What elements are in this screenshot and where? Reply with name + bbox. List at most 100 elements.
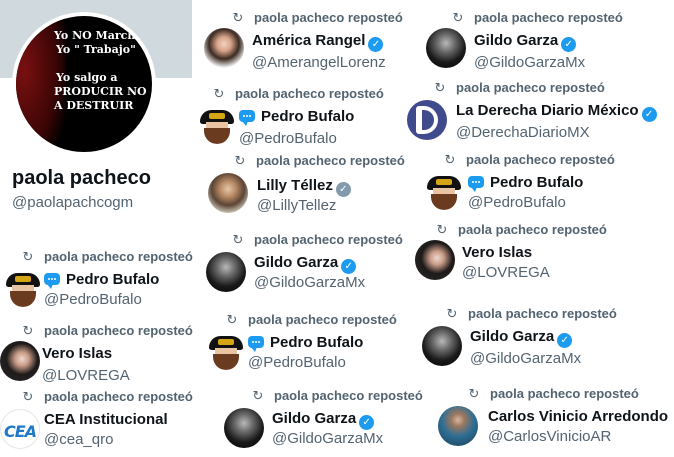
user-name-row[interactable]: Carlos Vinicio Arredondo	[488, 408, 668, 425]
repost-header: ↻ paola pacheco reposteó	[20, 389, 193, 405]
user-handle[interactable]: @LOVREGA	[462, 264, 550, 281]
repost-label: paola pacheco reposteó	[490, 386, 639, 401]
user-name-row[interactable]: Pedro Bufalo	[239, 108, 354, 126]
user-name-row[interactable]: Vero Islas	[42, 345, 112, 362]
repost-header: ↻ paola pacheco reposteó	[232, 153, 405, 169]
user-avatar[interactable]	[438, 406, 478, 446]
user-name-row[interactable]: Gildo Garza ✓	[470, 328, 573, 348]
user-name[interactable]: Pedro Bufalo	[261, 108, 354, 125]
speech-bubble-icon	[248, 336, 264, 352]
user-handle[interactable]: @PedroBufalo	[248, 354, 346, 371]
user-avatar[interactable]	[206, 252, 246, 292]
avatar-text-line: Yo " Trabajo"	[56, 43, 136, 56]
repost-header: ↻ paola pacheco reposteó	[466, 386, 639, 402]
repost-icon: ↻	[213, 86, 225, 101]
avatar-text-line: Yo salgo a	[56, 71, 118, 84]
user-avatar[interactable]	[407, 100, 447, 140]
user-name[interactable]: Pedro Bufalo	[66, 271, 159, 288]
user-name[interactable]: Pedro Bufalo	[270, 334, 363, 351]
user-handle[interactable]: @cea_qro	[44, 431, 113, 448]
repost-icon: ↻	[436, 222, 448, 237]
user-name-row[interactable]: América Rangel ✓	[252, 32, 384, 52]
repost-label: paola pacheco reposteó	[248, 312, 397, 327]
user-handle[interactable]: @LillyTellez	[257, 197, 336, 214]
profile-handle[interactable]: @paolapachcogm	[12, 194, 133, 211]
user-name[interactable]: Gildo Garza	[470, 328, 554, 345]
user-name[interactable]: América Rangel	[252, 32, 365, 49]
repost-icon: ↻	[232, 10, 244, 25]
user-avatar[interactable]	[197, 104, 237, 144]
user-name-row[interactable]: Lilly Téllez ✓	[257, 177, 351, 197]
repost-label: paola pacheco reposteó	[466, 152, 615, 167]
repost-icon: ↻	[232, 232, 244, 247]
user-avatar[interactable]	[426, 28, 466, 68]
user-name-row[interactable]: Gildo Garza ✓	[474, 32, 577, 52]
repost-header: ↻ paola pacheco reposteó	[20, 323, 193, 339]
profile-name: paola pacheco	[12, 167, 151, 189]
user-handle[interactable]: @GildoGarzaMx	[470, 350, 581, 367]
user-name-row[interactable]: Gildo Garza ✓	[272, 410, 375, 430]
repost-label: paola pacheco reposteó	[274, 388, 423, 403]
user-avatar[interactable]	[422, 326, 462, 366]
user-name-row[interactable]: CEA Institucional	[44, 411, 168, 428]
user-avatar[interactable]	[415, 240, 455, 280]
user-handle[interactable]: @PedroBufalo	[44, 291, 142, 308]
user-handle[interactable]: @AmerangelLorenz	[252, 54, 386, 71]
user-name[interactable]: Vero Islas	[462, 244, 532, 261]
user-name[interactable]: Gildo Garza	[272, 410, 356, 427]
user-avatar[interactable]	[424, 170, 464, 210]
user-handle[interactable]: @PedroBufalo	[239, 130, 337, 147]
user-avatar[interactable]	[0, 341, 40, 381]
user-name-row[interactable]: La Derecha Diario México ✓	[456, 102, 657, 122]
verified-badge-icon: ✓	[341, 259, 357, 274]
user-handle[interactable]: @CarlosVinicioAR	[488, 428, 611, 445]
user-name[interactable]: Pedro Bufalo	[490, 174, 583, 191]
user-handle[interactable]: @GildoGarzaMx	[474, 54, 585, 71]
repost-header: ↻ paola pacheco reposteó	[250, 388, 423, 404]
verified-badge-icon: ✓	[368, 37, 384, 52]
profile-avatar[interactable]: Yo NO Marcho Yo " Trabajo" Yo salgo a PR…	[12, 12, 156, 156]
verified-badge-icon: ✓	[335, 182, 351, 197]
user-name-row[interactable]: Vero Islas	[462, 244, 532, 261]
user-avatar[interactable]	[3, 267, 43, 307]
user-name-row[interactable]: Pedro Bufalo	[44, 271, 159, 289]
repost-header: ↻ paola pacheco reposteó	[211, 86, 384, 102]
user-handle[interactable]: @DerechaDiarioMX	[456, 124, 590, 141]
verified-badge-icon: ✓	[557, 333, 573, 348]
repost-icon: ↻	[452, 10, 464, 25]
user-handle[interactable]: @LOVREGA	[42, 367, 130, 384]
user-name[interactable]: Gildo Garza	[254, 254, 338, 271]
user-handle[interactable]: @PedroBufalo	[468, 194, 566, 211]
user-name[interactable]: La Derecha Diario México	[456, 102, 639, 119]
repost-icon: ↻	[234, 153, 246, 168]
repost-label: paola pacheco reposteó	[254, 232, 403, 247]
repost-header: ↻ paola pacheco reposteó	[432, 80, 605, 96]
repost-icon: ↻	[252, 388, 264, 403]
user-name[interactable]: Vero Islas	[42, 345, 112, 362]
repost-icon: ↻	[446, 306, 458, 321]
user-name[interactable]: Gildo Garza	[474, 32, 558, 49]
user-avatar[interactable]	[204, 28, 244, 68]
speech-bubble-icon	[239, 110, 255, 126]
user-name[interactable]: Carlos Vinicio Arredondo	[488, 408, 668, 425]
user-name-row[interactable]: Pedro Bufalo	[468, 174, 583, 192]
user-avatar[interactable]	[224, 408, 264, 448]
user-name[interactable]: CEA Institucional	[44, 411, 168, 428]
user-avatar[interactable]	[208, 173, 248, 213]
repost-label: paola pacheco reposteó	[474, 10, 623, 25]
user-avatar[interactable]: CEA	[0, 409, 40, 449]
repost-header: ↻ paola pacheco reposteó	[224, 312, 397, 328]
user-avatar[interactable]	[206, 330, 246, 370]
user-name[interactable]: Lilly Téllez	[257, 177, 333, 194]
user-handle[interactable]: @GildoGarzaMx	[254, 274, 365, 291]
repost-label: paola pacheco reposteó	[44, 389, 193, 404]
avatar-text-line: A DESTRUIR	[54, 99, 134, 112]
repost-icon: ↻	[22, 249, 34, 264]
repost-icon: ↻	[226, 312, 238, 327]
user-name-row[interactable]: Gildo Garza ✓	[254, 254, 357, 274]
repost-header: ↻ paola pacheco reposteó	[230, 232, 403, 248]
user-handle[interactable]: @GildoGarzaMx	[272, 430, 383, 447]
repost-icon: ↻	[468, 386, 480, 401]
repost-label: paola pacheco reposteó	[44, 249, 193, 264]
user-name-row[interactable]: Pedro Bufalo	[248, 334, 363, 352]
